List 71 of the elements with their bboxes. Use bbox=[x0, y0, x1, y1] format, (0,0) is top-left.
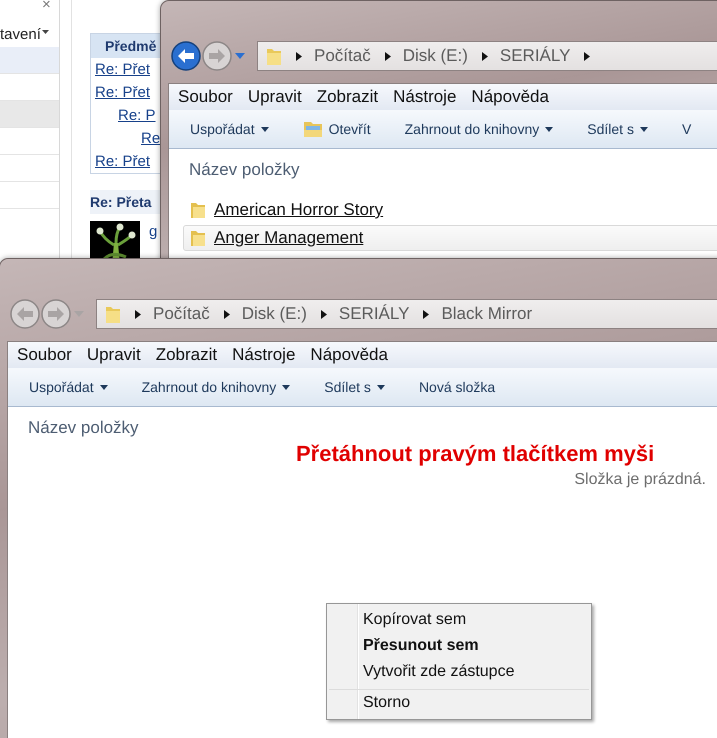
thread-link[interactable]: Re: Přet bbox=[91, 150, 160, 173]
chevron-right-icon[interactable] bbox=[423, 310, 430, 318]
post-title: Re: Přeta bbox=[90, 190, 160, 214]
chevron-right-icon[interactable] bbox=[584, 52, 590, 60]
caret-icon bbox=[42, 30, 49, 34]
chevron-right-icon[interactable] bbox=[296, 52, 302, 60]
thread-link[interactable]: Re bbox=[91, 127, 160, 150]
breadcrumb-item[interactable]: SERIÁLY bbox=[338, 304, 410, 324]
table-header: Předmě bbox=[91, 34, 160, 58]
menu-item[interactable]: Nápověda bbox=[310, 345, 388, 365]
menu-item[interactable]: Nápověda bbox=[471, 87, 549, 107]
author-link[interactable]: g bbox=[149, 223, 158, 241]
caret-icon bbox=[640, 126, 648, 132]
back-arrow-button[interactable] bbox=[170, 40, 202, 72]
chevron-right-icon[interactable] bbox=[482, 52, 488, 60]
column-header[interactable]: Název položky bbox=[189, 160, 300, 180]
menu-item[interactable]: Zobrazit bbox=[316, 87, 378, 107]
toolbar-button[interactable]: Uspořádat bbox=[20, 375, 117, 399]
caret-icon bbox=[376, 384, 385, 390]
caret-icon bbox=[260, 126, 269, 132]
forward-arrow-button[interactable] bbox=[40, 298, 72, 330]
toolbar-button[interactable]: Zahrnout do knihovny bbox=[132, 375, 300, 399]
toolbar-button[interactable]: Sdílet s bbox=[315, 375, 394, 399]
address-bar[interactable]: Počítač Disk (E:) SERIÁLY bbox=[257, 41, 717, 71]
menu-item[interactable]: Soubor bbox=[178, 87, 233, 107]
folder-icon bbox=[266, 46, 282, 66]
annotation-text: Přetáhnout pravým tlačítkem myši bbox=[296, 442, 654, 466]
menu-item[interactable]: Upravit bbox=[86, 345, 141, 365]
close-button[interactable]: × bbox=[42, 0, 51, 13]
column-header[interactable]: Název položky bbox=[28, 418, 139, 438]
folder-icon bbox=[190, 201, 206, 219]
breadcrumb-item[interactable]: Disk (E:) bbox=[402, 46, 468, 66]
folder-icon bbox=[105, 304, 121, 324]
chevron-right-icon[interactable] bbox=[224, 310, 230, 318]
breadcrumb-item[interactable]: Počítač bbox=[153, 304, 210, 324]
folder-icon bbox=[190, 229, 206, 247]
empty-folder-message: Složka je prázdná. bbox=[574, 471, 707, 489]
breadcrumb-item[interactable]: Disk (E:) bbox=[242, 304, 307, 324]
settings-menu[interactable]: tavení bbox=[0, 26, 41, 42]
context-menu-item[interactable]: Vytvořit zde zástupce bbox=[329, 659, 589, 685]
menu-item[interactable]: Nástroje bbox=[232, 345, 296, 365]
toolbar-button[interactable]: V bbox=[672, 117, 700, 141]
chevron-right-icon[interactable] bbox=[384, 52, 391, 60]
caret-icon bbox=[100, 384, 108, 390]
folder-window-icon bbox=[302, 120, 323, 138]
menu-item[interactable]: Soubor bbox=[17, 345, 72, 365]
folder-row[interactable]: American Horror Story bbox=[183, 197, 717, 223]
thread-link[interactable]: Re: Přet bbox=[91, 58, 160, 81]
toolbar-button[interactable]: Sdílet s bbox=[578, 117, 657, 141]
caret-icon bbox=[545, 126, 554, 132]
toolbar-button[interactable]: Nová složka bbox=[410, 375, 504, 399]
toolbar-button[interactable]: Otevřít bbox=[294, 116, 380, 142]
context-menu-item[interactable]: Přesunout sem bbox=[329, 633, 589, 659]
menu-item[interactable]: Zobrazit bbox=[156, 345, 218, 365]
toolbar-button[interactable]: Uspořádat bbox=[181, 117, 278, 141]
breadcrumb-item[interactable]: Black Mirror bbox=[441, 304, 532, 324]
breadcrumb-item[interactable]: SERIÁLY bbox=[500, 46, 570, 66]
dropdown-caret-icon[interactable] bbox=[235, 53, 245, 59]
thread-link[interactable]: Re: P bbox=[91, 104, 160, 127]
context-menu-item[interactable]: Kopírovat sem bbox=[329, 607, 589, 633]
menu-item[interactable]: Upravit bbox=[248, 87, 302, 107]
caret-icon bbox=[282, 384, 290, 390]
context-menu-item[interactable]: Storno bbox=[329, 689, 589, 716]
menu-item[interactable]: Nástroje bbox=[393, 87, 456, 107]
folder-row[interactable]: Anger Management bbox=[183, 225, 717, 251]
breadcrumb-item[interactable]: Počítač bbox=[314, 46, 371, 66]
address-bar[interactable]: Počítač Disk (E:) SERIÁLY Black Mirror bbox=[96, 299, 717, 329]
thread-link[interactable]: Re: Přet bbox=[91, 81, 160, 104]
toolbar-button[interactable]: Zahrnout do knihovny bbox=[396, 117, 562, 141]
chevron-right-icon[interactable] bbox=[135, 310, 141, 318]
chevron-right-icon[interactable] bbox=[320, 310, 327, 318]
